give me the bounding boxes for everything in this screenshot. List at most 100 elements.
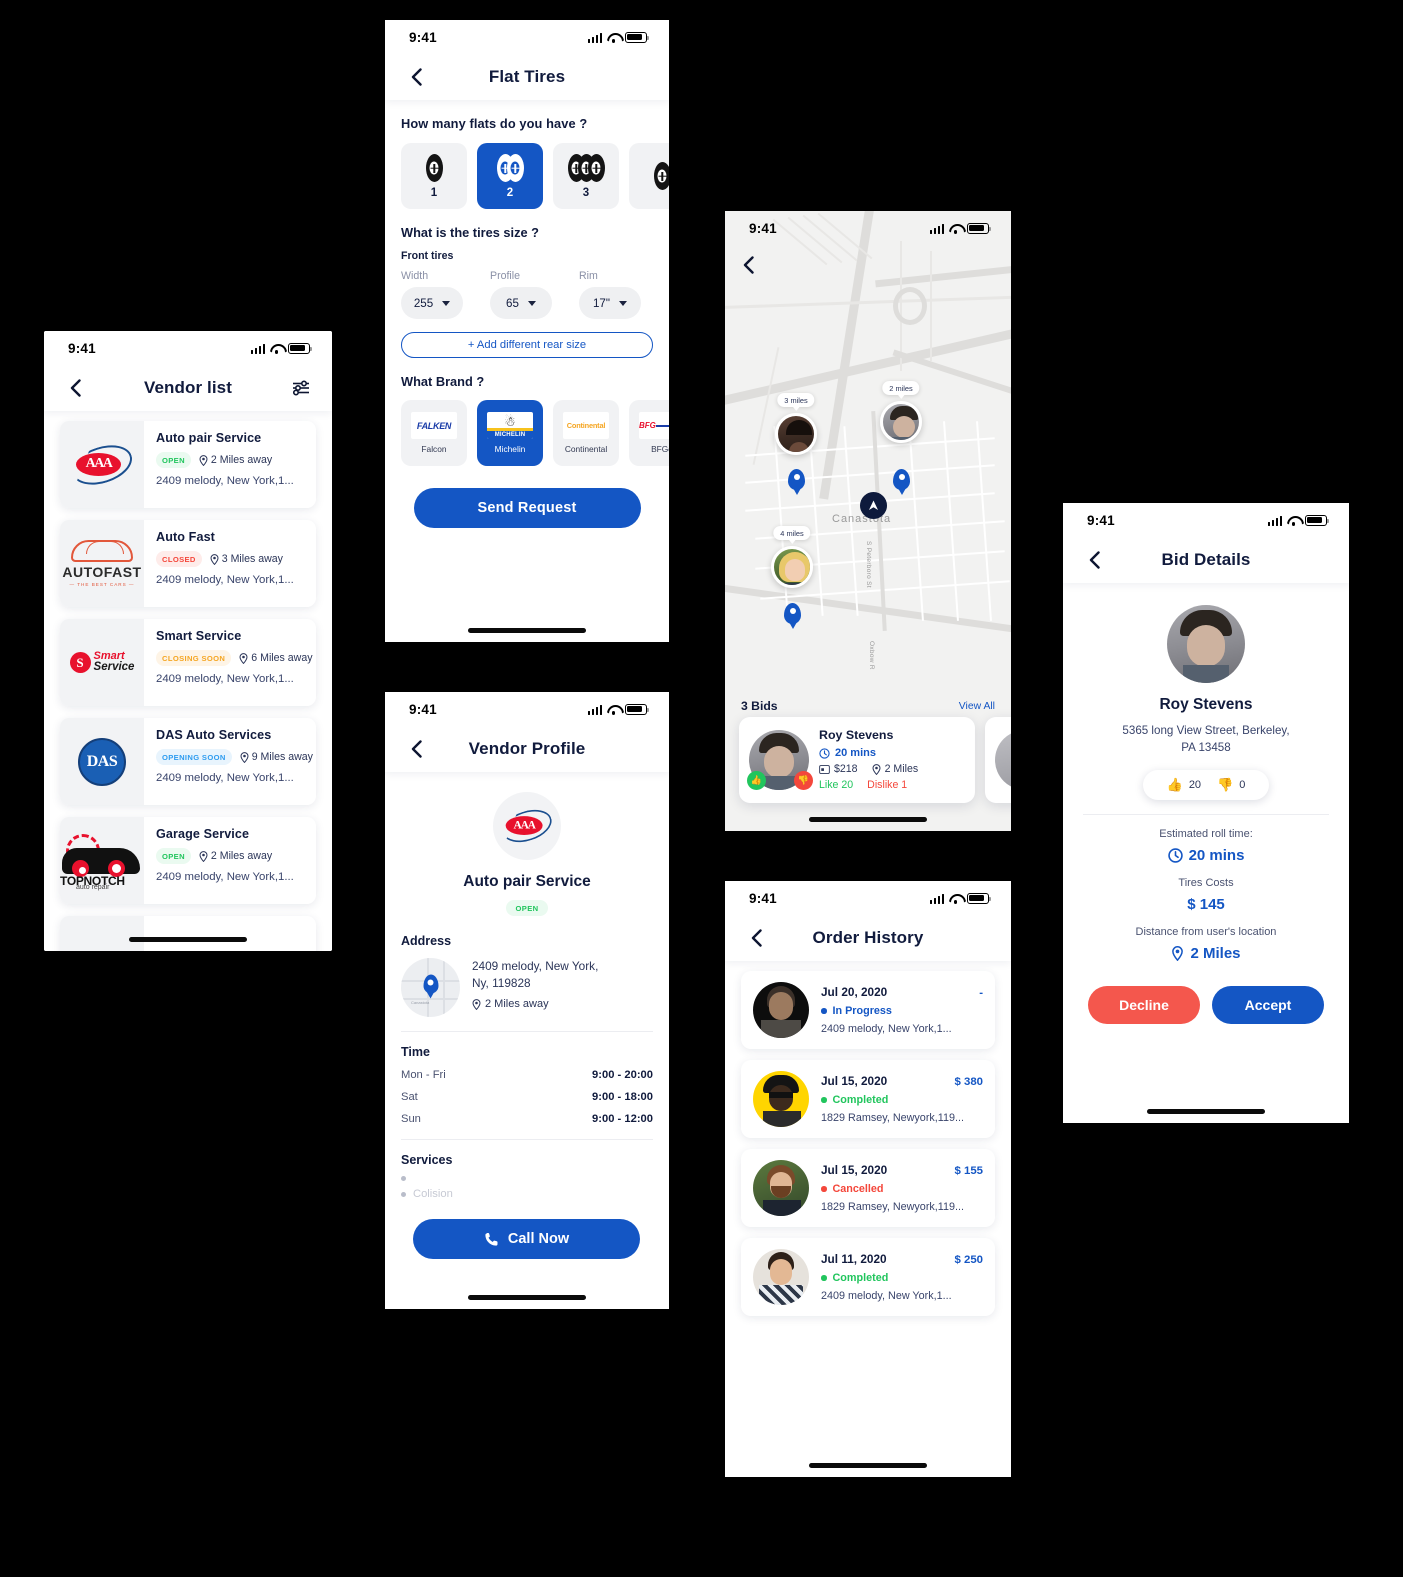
distance-text: 2 Miles bbox=[884, 763, 919, 775]
map-marker-bidder[interactable]: 3 miles bbox=[775, 393, 817, 455]
vendor-address: 2409 melody, New York,1... bbox=[156, 475, 294, 487]
status-badge: OPEN bbox=[156, 452, 191, 468]
add-rear-size-button[interactable]: + Add different rear size bbox=[401, 332, 653, 358]
vendor-name: Smart Service bbox=[156, 629, 242, 643]
decline-button[interactable]: Decline bbox=[1088, 985, 1200, 1024]
order-price: - bbox=[979, 987, 983, 999]
bid-card[interactable]: 👍 👎 Roy Stevens 20 mins $218 2 Miles Lik… bbox=[739, 717, 975, 803]
select-width[interactable]: 255 bbox=[401, 287, 463, 319]
flat-count-option-2[interactable]: 2 bbox=[477, 143, 543, 209]
map-marker-bidder[interactable]: 4 miles bbox=[771, 526, 813, 588]
cost-label: Tires Costs bbox=[1178, 876, 1234, 889]
order-row[interactable]: Jul 11, 2020 $ 250 Completed 2409 melody… bbox=[741, 1238, 995, 1316]
order-list[interactable]: Jul 20, 2020 - In Progress 2409 melody, … bbox=[725, 961, 1011, 1316]
address-line-2: Ny, 119828 bbox=[472, 976, 531, 991]
avatar bbox=[995, 730, 1011, 790]
vendor-list-body: AAA Auto pair Service OPEN 2 Miles away … bbox=[44, 411, 332, 951]
dislikes-group[interactable]: 👎 0 bbox=[1217, 777, 1245, 793]
vendor-distance: 6 Miles away bbox=[239, 652, 313, 664]
action-buttons: Decline Accept bbox=[1083, 985, 1329, 1024]
thumbs-up-icon: 👍 bbox=[1166, 776, 1183, 792]
order-price: $ 380 bbox=[954, 1076, 983, 1088]
order-row[interactable]: Jul 15, 2020 $ 155 Cancelled 1829 Ramsey… bbox=[741, 1149, 995, 1227]
distance-text: 3 Miles away bbox=[221, 553, 283, 565]
brand-option-bfgoodrich[interactable]: BFG BFGo bbox=[629, 400, 669, 466]
select-rim[interactable]: 17" bbox=[579, 287, 641, 319]
flat-count-option-1[interactable]: 1 bbox=[401, 143, 467, 209]
label-rim: Rim bbox=[579, 270, 598, 282]
vendor-card[interactable]: DAS DAS Auto Services OPENING SOON 9 Mil… bbox=[60, 718, 316, 805]
vendor-logo-placeholder bbox=[60, 916, 144, 951]
distance-text: 6 Miles away bbox=[251, 652, 313, 664]
bidder-address-line-1: 5365 long View Street, Berkeley, bbox=[1122, 724, 1290, 737]
view-all-link[interactable]: View All bbox=[959, 701, 995, 712]
back-button[interactable] bbox=[64, 377, 86, 399]
bid-distance: 2 Miles bbox=[872, 763, 919, 775]
vendor-distance: 2 Miles away bbox=[199, 850, 272, 862]
cellular-signal-icon bbox=[250, 343, 265, 354]
brand-option-falcon[interactable]: FALKEN Falcon bbox=[401, 400, 467, 466]
nav-bar: Order History bbox=[725, 915, 1011, 961]
status-time: 9:41 bbox=[749, 220, 777, 236]
flat-count-option-3[interactable]: 3 bbox=[553, 143, 619, 209]
order-price: $ 155 bbox=[954, 1165, 983, 1177]
cellular-signal-icon bbox=[929, 893, 944, 904]
distance-text: 2 Miles away bbox=[210, 454, 273, 466]
cost-value: $ 145 bbox=[1187, 895, 1225, 913]
vendor-list-scroll[interactable]: AAA Auto pair Service OPEN 2 Miles away … bbox=[44, 411, 332, 951]
status-icons bbox=[1267, 514, 1329, 526]
brand-option-continental[interactable]: Continental Continental bbox=[553, 400, 619, 466]
tire-icon bbox=[567, 153, 605, 183]
day-label: Mon - Fri bbox=[401, 1069, 446, 1081]
roll-time-label: Estimated roll time: bbox=[1159, 827, 1253, 840]
accept-button[interactable]: Accept bbox=[1212, 985, 1324, 1024]
likes-group[interactable]: 👍 20 bbox=[1167, 777, 1201, 793]
vendor-card-partial[interactable] bbox=[60, 916, 316, 951]
filter-sliders-icon[interactable] bbox=[290, 377, 312, 399]
flat-count-options: 1 2 3 bbox=[401, 143, 669, 209]
call-now-button[interactable]: Call Now bbox=[413, 1219, 640, 1259]
back-button[interactable] bbox=[743, 256, 754, 279]
page-title: Vendor list bbox=[143, 378, 232, 397]
option-label: 1 bbox=[430, 187, 438, 199]
back-button[interactable] bbox=[405, 738, 427, 760]
vendor-card[interactable]: AUTOFAST — THE BEST CARS — Auto Fast CLOS… bbox=[60, 520, 316, 607]
select-profile[interactable]: 65 bbox=[490, 287, 552, 319]
divider bbox=[401, 1139, 653, 1140]
vendor-card[interactable]: S Smart Service Smart Service CLOSING SOON… bbox=[60, 619, 316, 706]
location-pin-icon bbox=[872, 763, 881, 775]
order-row[interactable]: Jul 20, 2020 - In Progress 2409 melody, … bbox=[741, 971, 995, 1049]
location-pin-icon bbox=[423, 974, 438, 994]
send-request-button[interactable]: Send Request bbox=[413, 488, 641, 528]
back-button[interactable] bbox=[1083, 549, 1105, 571]
tire-icon bbox=[425, 153, 443, 183]
screen-flat-tires: 9:41 Flat Tires How many flats do you ha… bbox=[385, 20, 669, 642]
wifi-icon bbox=[1287, 516, 1300, 526]
screen-map-bids: Canastota S Peterboro St Oxbow R 9:41 3 … bbox=[725, 211, 1011, 831]
bid-card-next-partial[interactable] bbox=[985, 717, 1011, 803]
vendor-card[interactable]: AAA Auto pair Service OPEN 2 Miles away … bbox=[60, 421, 316, 508]
map-marker-bidder[interactable]: 2 miles bbox=[880, 381, 922, 443]
michelin-logo-icon: ☃ MICHELIN bbox=[487, 412, 533, 439]
order-status: Completed bbox=[821, 1272, 983, 1284]
flat-count-option-4-partial[interactable] bbox=[629, 143, 669, 209]
chevron-down-icon bbox=[442, 300, 451, 306]
avatar bbox=[880, 401, 922, 443]
mini-map-thumbnail[interactable]: Canastota bbox=[401, 958, 460, 1017]
brand-option-michelin[interactable]: ☃ MICHELIN Michelin bbox=[477, 400, 543, 466]
back-button[interactable] bbox=[405, 66, 427, 88]
order-row[interactable]: Jul 15, 2020 $ 380 Completed 1829 Ramsey… bbox=[741, 1060, 995, 1138]
status-bar: 9:41 bbox=[385, 692, 669, 726]
home-indicator bbox=[1147, 1109, 1265, 1114]
avatar bbox=[753, 1249, 809, 1305]
vendor-profile-body: AAA Auto pair Service OPEN Address Canas… bbox=[385, 772, 669, 1309]
vendor-card[interactable]: TOPNOTCH auto repair Garage Service OPEN … bbox=[60, 817, 316, 904]
vendor-address: 2409 melody, New York,1... bbox=[156, 574, 294, 586]
home-indicator bbox=[809, 817, 927, 822]
location-pin-icon bbox=[1172, 945, 1184, 961]
bids-carousel[interactable]: 👍 👎 Roy Stevens 20 mins $218 2 Miles Lik… bbox=[725, 717, 1011, 803]
roll-time-value: 20 mins bbox=[1083, 847, 1329, 864]
screen-vendor-profile: 9:41 Vendor Profile AAA Auto pair Servic… bbox=[385, 692, 669, 1309]
back-button[interactable] bbox=[745, 927, 767, 949]
page-title: Vendor Profile bbox=[468, 739, 586, 758]
